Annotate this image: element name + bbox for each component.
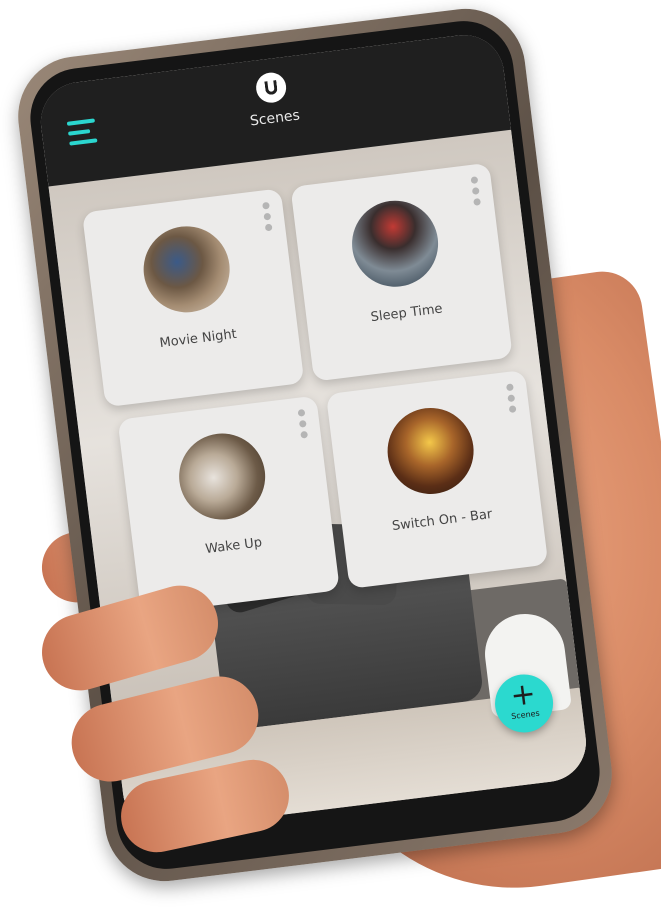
scene-card-movie-night[interactable]: Movie Night bbox=[81, 188, 305, 408]
scene-thumbnail bbox=[174, 428, 271, 525]
scene-label: Sleep Time bbox=[369, 301, 444, 326]
scene-card-wake-up[interactable]: Wake Up bbox=[117, 395, 340, 615]
scene-thumbnail bbox=[382, 403, 479, 499]
scene-thumbnail bbox=[138, 221, 235, 318]
scene-thumbnail bbox=[347, 195, 443, 292]
u-logo-icon bbox=[254, 70, 288, 105]
scene-label: Wake Up bbox=[204, 535, 263, 558]
vertical-dots-icon[interactable] bbox=[297, 409, 310, 443]
vertical-dots-icon[interactable] bbox=[470, 176, 483, 210]
vertical-dots-icon[interactable] bbox=[506, 383, 518, 417]
scene-label: Switch On - Bar bbox=[391, 506, 494, 535]
scene-card-sleep-time[interactable]: Sleep Time bbox=[290, 162, 513, 382]
scene-label: Movie Night bbox=[158, 326, 238, 352]
scene-card-switch-on-bar[interactable]: Switch On - Bar bbox=[325, 369, 549, 589]
vertical-dots-icon[interactable] bbox=[262, 201, 274, 236]
